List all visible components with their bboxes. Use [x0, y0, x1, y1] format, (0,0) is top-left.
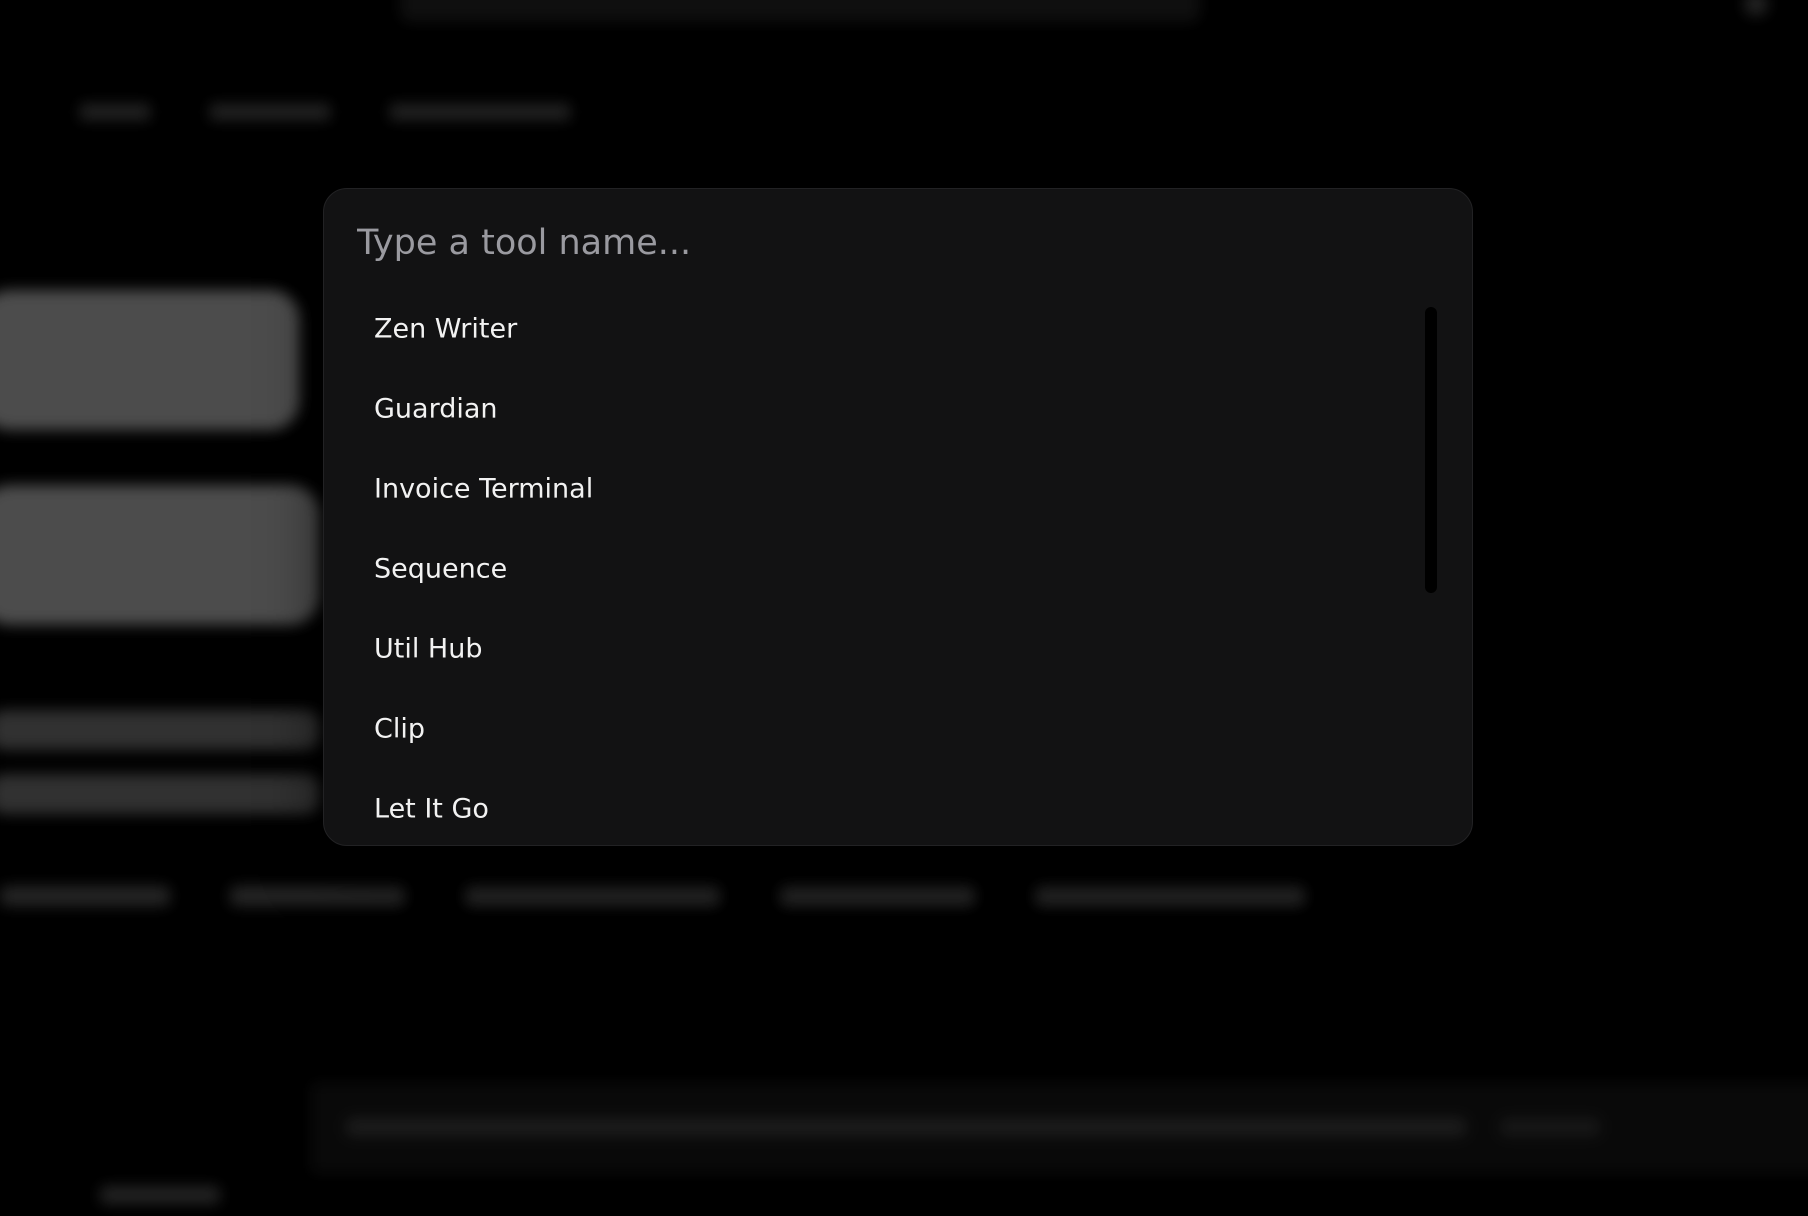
- list-item-let-it-go[interactable]: Let It Go: [348, 773, 1408, 822]
- background-tags-shape: [0, 872, 1305, 1082]
- list-item-label: Invoice Terminal: [374, 473, 594, 505]
- command-palette: Zen Writer Guardian Invoice Terminal Sequen…: [323, 188, 1473, 846]
- background-avatar: [1744, 0, 1768, 16]
- list-item-clip[interactable]: Clip: [348, 693, 1408, 765]
- background-nav: [0, 96, 700, 126]
- tool-list: Zen Writer Guardian Invoice Terminal Sequen…: [324, 289, 1472, 822]
- list-item-sequence[interactable]: Sequence: [348, 533, 1408, 605]
- list-item-label: Util Hub: [374, 633, 483, 665]
- list-item-label: Clip: [374, 713, 425, 745]
- list-item-util-hub[interactable]: Util Hub: [348, 613, 1408, 685]
- background-footer: [310, 1082, 1808, 1174]
- list-item-label: Let It Go: [374, 793, 489, 822]
- list-item-zen-writer[interactable]: Zen Writer: [348, 293, 1408, 365]
- list-item-label: Sequence: [374, 553, 508, 585]
- list-item-label: Guardian: [374, 393, 498, 425]
- background-search-bar: [400, 0, 1200, 22]
- tool-list-scrollbar[interactable]: [1425, 307, 1437, 593]
- list-item-label: Zen Writer: [374, 313, 518, 345]
- tool-search-input[interactable]: [357, 219, 1437, 267]
- list-item-guardian[interactable]: Guardian: [348, 373, 1408, 445]
- list-item-invoice-terminal[interactable]: Invoice Terminal: [348, 453, 1408, 525]
